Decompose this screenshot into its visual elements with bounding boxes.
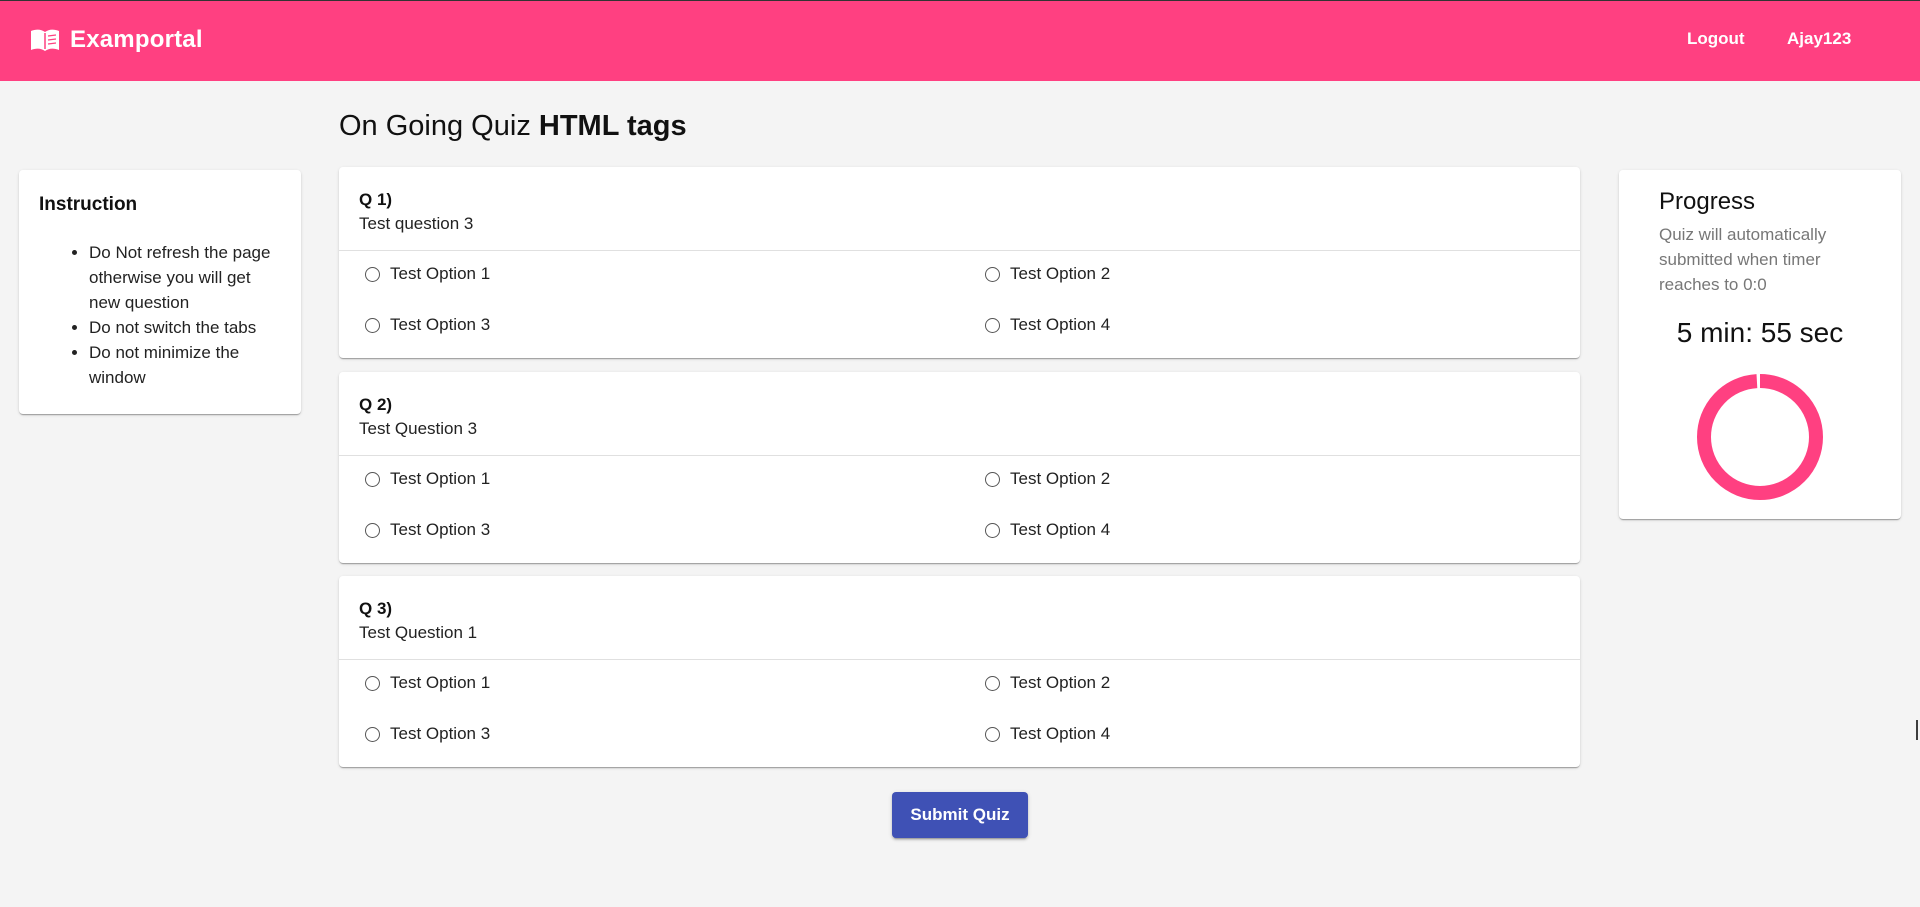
option-label: Test Option 4 xyxy=(1010,520,1111,539)
option-label: Test Option 2 xyxy=(1010,264,1111,283)
instruction-item: Do Not refresh the page otherwise you wi… xyxy=(89,240,281,315)
radio-button[interactable] xyxy=(365,317,380,333)
submit-quiz-button[interactable]: Submit Quiz xyxy=(892,792,1028,838)
option-3[interactable]: Test Option 3 xyxy=(365,315,490,335)
instructions-card: Instruction Do Not refresh the page othe… xyxy=(19,170,301,414)
page-title: On Going Quiz HTML tags xyxy=(339,110,687,143)
instructions-title: Instruction xyxy=(39,194,138,215)
brand[interactable]: Examportal xyxy=(30,26,203,54)
option-label: Test Option 3 xyxy=(390,724,491,743)
option-4[interactable]: Test Option 4 xyxy=(985,520,1110,540)
option-4[interactable]: Test Option 4 xyxy=(985,315,1110,335)
option-4[interactable]: Test Option 4 xyxy=(985,724,1110,744)
option-label: Test Option 3 xyxy=(390,315,491,334)
option-1[interactable]: Test Option 1 xyxy=(365,264,490,284)
top-navbar: Examportal Logout Ajay123 xyxy=(0,0,1920,81)
question-text: Test Question 1 xyxy=(359,623,478,642)
radio-button[interactable] xyxy=(365,471,380,487)
radio-button[interactable] xyxy=(365,726,380,742)
question-header: Q 3) Test Question 1 xyxy=(339,576,1580,660)
radio-button[interactable] xyxy=(365,266,380,282)
option-3[interactable]: Test Option 3 xyxy=(365,724,490,744)
option-label: Test Option 2 xyxy=(1010,673,1111,692)
question-number: Q 1) xyxy=(359,190,393,209)
question-header: Q 1) Test question 3 xyxy=(339,167,1580,251)
option-2[interactable]: Test Option 2 xyxy=(985,264,1110,284)
instruction-item: Do not minimize the window xyxy=(89,340,281,390)
quiz-title: HTML tags xyxy=(538,110,687,142)
option-1[interactable]: Test Option 1 xyxy=(365,469,490,489)
question-card-3: Q 3) Test Question 1 Test Option 1 Test … xyxy=(339,576,1580,767)
option-label: Test Option 1 xyxy=(390,264,491,283)
question-text: Test question 3 xyxy=(359,214,474,233)
option-2[interactable]: Test Option 2 xyxy=(985,673,1110,693)
radio-button[interactable] xyxy=(365,522,380,538)
brand-name: Examportal xyxy=(70,26,203,53)
radio-button[interactable] xyxy=(985,726,1000,742)
option-3[interactable]: Test Option 3 xyxy=(365,520,490,540)
radio-button[interactable] xyxy=(985,675,1000,691)
option-2[interactable]: Test Option 2 xyxy=(985,469,1110,489)
mouse-cursor-icon xyxy=(1916,720,1920,740)
option-label: Test Option 4 xyxy=(1010,315,1111,334)
option-label: Test Option 3 xyxy=(390,520,491,539)
menu-book-icon xyxy=(31,29,59,51)
radio-button[interactable] xyxy=(985,471,1000,487)
question-card-2: Q 2) Test Question 3 Test Option 1 Test … xyxy=(339,372,1580,563)
radio-button[interactable] xyxy=(365,675,380,691)
page-title-prefix: On Going Quiz xyxy=(339,110,531,142)
instruction-item: Do not switch the tabs xyxy=(89,315,281,340)
option-label: Test Option 1 xyxy=(390,673,491,692)
option-label: Test Option 4 xyxy=(1010,724,1111,743)
radio-button[interactable] xyxy=(985,522,1000,538)
progress-title: Progress xyxy=(1659,188,1756,215)
radio-button[interactable] xyxy=(985,266,1000,282)
user-profile-button[interactable]: Ajay123 xyxy=(1787,29,1851,49)
timer-progress-spinner xyxy=(1697,374,1823,500)
progress-card: Progress Quiz will automatically submitt… xyxy=(1619,170,1901,519)
option-1[interactable]: Test Option 1 xyxy=(365,673,490,693)
logout-button[interactable]: Logout xyxy=(1687,29,1745,49)
radio-button[interactable] xyxy=(985,317,1000,333)
question-header: Q 2) Test Question 3 xyxy=(339,372,1580,456)
instructions-list: Do Not refresh the page otherwise you wi… xyxy=(39,240,281,390)
option-label: Test Option 1 xyxy=(390,469,491,488)
question-number: Q 3) xyxy=(359,599,393,618)
question-number: Q 2) xyxy=(359,395,393,414)
option-label: Test Option 2 xyxy=(1010,469,1111,488)
question-card-1: Q 1) Test question 3 Test Option 1 Test … xyxy=(339,167,1580,358)
progress-subtitle: Quiz will automatically submitted when t… xyxy=(1659,225,1827,294)
question-text: Test Question 3 xyxy=(359,419,478,438)
timer-progress-arc xyxy=(1697,374,1823,500)
countdown-timer: 5 min: 55 sec xyxy=(1676,317,1844,348)
